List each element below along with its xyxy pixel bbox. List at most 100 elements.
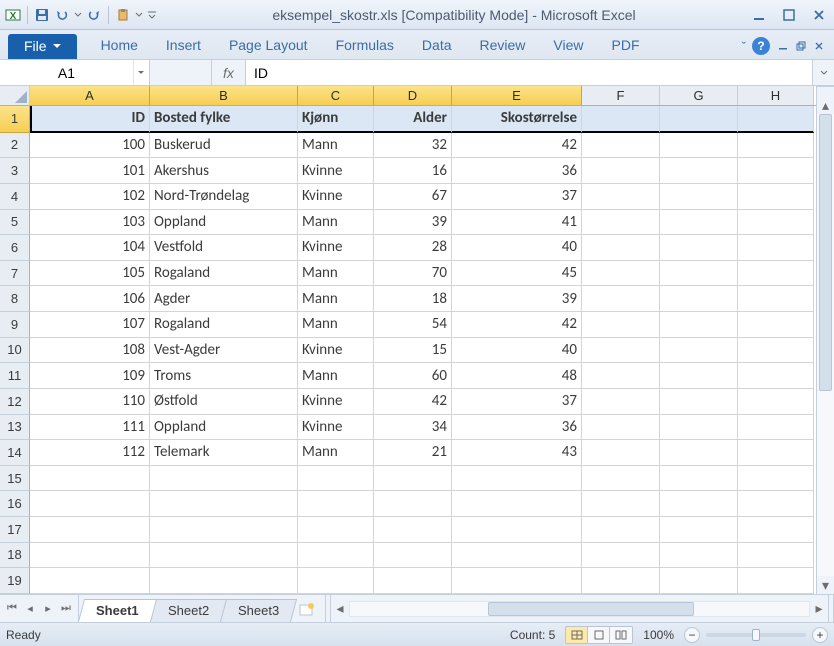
paste-dropdown-icon[interactable] <box>134 6 144 24</box>
cell[interactable]: 42 <box>374 389 452 415</box>
column-header-F[interactable]: F <box>582 86 660 105</box>
cell[interactable] <box>660 517 738 543</box>
cell[interactable] <box>660 491 738 517</box>
save-icon[interactable] <box>33 6 51 24</box>
cell[interactable]: 36 <box>452 158 582 184</box>
row-header[interactable]: 19 <box>0 568 30 594</box>
row-header[interactable]: 7 <box>0 261 30 287</box>
sheet-nav-first-icon[interactable]: ⏮ <box>4 600 20 618</box>
cell[interactable]: ID <box>30 106 150 133</box>
cell[interactable]: 102 <box>30 184 150 210</box>
cell[interactable] <box>660 106 738 133</box>
cell[interactable] <box>452 568 582 594</box>
cell[interactable] <box>298 466 374 492</box>
sheet-tab[interactable]: Sheet2 <box>150 599 227 622</box>
workbook-minimize-icon[interactable] <box>776 39 790 53</box>
cell[interactable] <box>738 210 814 236</box>
cell[interactable]: Mann <box>298 133 374 159</box>
cell[interactable]: 106 <box>30 286 150 312</box>
workbook-close-icon[interactable] <box>812 39 826 53</box>
cell[interactable] <box>660 440 738 466</box>
cell[interactable] <box>738 184 814 210</box>
cell[interactable]: 43 <box>452 440 582 466</box>
column-header-A[interactable]: A <box>30 86 150 105</box>
column-header-E[interactable]: E <box>452 86 582 105</box>
cell[interactable] <box>298 517 374 543</box>
cell[interactable]: 37 <box>452 184 582 210</box>
cell[interactable] <box>660 158 738 184</box>
undo-dropdown-icon[interactable] <box>73 6 83 24</box>
scroll-right-icon[interactable]: ▸ <box>810 600 828 618</box>
cell[interactable]: 42 <box>452 312 582 338</box>
row-header[interactable]: 8 <box>0 286 30 312</box>
cell[interactable] <box>660 338 738 364</box>
cell[interactable] <box>660 543 738 569</box>
cell[interactable] <box>660 389 738 415</box>
cell[interactable] <box>660 312 738 338</box>
cell[interactable] <box>660 261 738 287</box>
cell[interactable] <box>738 415 814 441</box>
cell[interactable] <box>30 543 150 569</box>
cell[interactable] <box>582 440 660 466</box>
ribbon-tab-formulas[interactable]: Formulas <box>322 32 408 59</box>
cell[interactable] <box>150 466 298 492</box>
cell[interactable] <box>298 568 374 594</box>
cell[interactable]: 15 <box>374 338 452 364</box>
row-header[interactable]: 15 <box>0 466 30 492</box>
column-header-D[interactable]: D <box>374 86 452 105</box>
row-header[interactable]: 5 <box>0 210 30 236</box>
minimize-button[interactable] <box>750 6 768 24</box>
redo-icon[interactable] <box>85 6 103 24</box>
column-header-G[interactable]: G <box>660 86 738 105</box>
cell[interactable] <box>738 158 814 184</box>
cell[interactable]: Kvinne <box>298 338 374 364</box>
cell[interactable]: 70 <box>374 261 452 287</box>
cell[interactable]: 67 <box>374 184 452 210</box>
row-header[interactable]: 17 <box>0 517 30 543</box>
cell[interactable] <box>452 491 582 517</box>
sheet-tab[interactable]: Sheet3 <box>220 599 297 622</box>
cell[interactable]: 105 <box>30 261 150 287</box>
ribbon-tab-review[interactable]: Review <box>466 32 540 59</box>
row-header[interactable]: 1 <box>0 106 30 133</box>
ribbon-tab-home[interactable]: Home <box>87 32 152 59</box>
vertical-split-handle[interactable] <box>817 86 834 96</box>
cell[interactable]: Buskerud <box>150 133 298 159</box>
cell[interactable]: Vestfold <box>150 235 298 261</box>
cell[interactable] <box>738 106 814 133</box>
help-icon[interactable]: ? <box>752 37 770 55</box>
cell[interactable] <box>738 235 814 261</box>
select-all-corner[interactable] <box>0 86 30 105</box>
sheet-nav-next-icon[interactable]: ▸ <box>40 600 56 618</box>
cell[interactable] <box>582 286 660 312</box>
vertical-scroll-thumb[interactable] <box>819 114 832 391</box>
cell[interactable]: 48 <box>452 363 582 389</box>
cell[interactable] <box>452 543 582 569</box>
cell[interactable] <box>582 106 660 133</box>
cell[interactable] <box>738 312 814 338</box>
cell[interactable] <box>30 517 150 543</box>
row-header[interactable]: 10 <box>0 338 30 364</box>
cell[interactable] <box>582 491 660 517</box>
cell[interactable] <box>738 133 814 159</box>
cell[interactable] <box>738 568 814 594</box>
ribbon-minimize-icon[interactable]: ˇ <box>742 39 746 54</box>
cell[interactable]: Agder <box>150 286 298 312</box>
cell[interactable]: 28 <box>374 235 452 261</box>
cell[interactable] <box>660 286 738 312</box>
cell[interactable]: 34 <box>374 415 452 441</box>
cell[interactable] <box>582 543 660 569</box>
cell[interactable] <box>582 338 660 364</box>
cell[interactable] <box>150 491 298 517</box>
cell[interactable] <box>582 466 660 492</box>
cell[interactable] <box>452 466 582 492</box>
cell[interactable] <box>150 517 298 543</box>
ribbon-tab-page-layout[interactable]: Page Layout <box>215 32 322 59</box>
cell[interactable]: 16 <box>374 158 452 184</box>
cell[interactable]: 60 <box>374 363 452 389</box>
cell[interactable]: 40 <box>452 338 582 364</box>
cell[interactable]: Mann <box>298 286 374 312</box>
cell[interactable] <box>374 568 452 594</box>
cell[interactable]: Telemark <box>150 440 298 466</box>
cell[interactable] <box>582 133 660 159</box>
